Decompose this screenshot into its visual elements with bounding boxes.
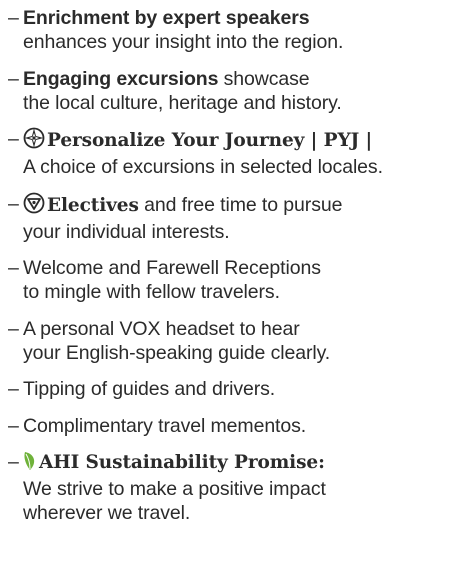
list-item-sustainability: – AHI Sustainability Promise: We strive … (8, 450, 460, 525)
enrichment-description: enhances your insight into the region. (23, 31, 344, 53)
list-item-headset: – A personal VOX headset to hear your En… (8, 317, 460, 365)
dash-bullet: – (8, 257, 19, 279)
pyj-description: A choice of excursions in selected local… (23, 156, 383, 178)
inclusions-list: – Enrichment by expert speakers enhances… (0, 0, 460, 525)
dash-bullet: – (8, 7, 19, 29)
list-item-mementos: – Complimentary travel mementos. (8, 414, 460, 438)
list-item-receptions: – Welcome and Farewell Receptions to min… (8, 256, 460, 304)
receptions-description: to mingle with fellow travelers. (23, 281, 280, 303)
electives-description: your individual interests. (23, 220, 230, 243)
list-item-tipping: – Tipping of guides and drivers. (8, 377, 460, 401)
sustainability-line-2: wherever we travel. (23, 502, 191, 524)
headset-description: your English-speaking guide clearly. (23, 341, 331, 364)
dash-bullet: – (8, 67, 19, 90)
receptions-text: Welcome and Farewell Receptions (23, 257, 321, 279)
list-item-enrichment: – Enrichment by expert speakers enhances… (8, 6, 460, 54)
mementos-text: Complimentary travel mementos. (23, 414, 307, 437)
compass-rose-icon (23, 127, 45, 155)
sustainability-heading: AHI Sustainability Promise: (39, 452, 325, 473)
excursions-text: showcase (218, 67, 310, 90)
pyj-heading: Personalize Your Journey | PYJ | (47, 130, 373, 151)
electives-heading: Electives (47, 194, 139, 216)
tipping-text: Tipping of guides and drivers. (23, 378, 276, 400)
electives-text: and free time to pursue (138, 193, 343, 216)
dash-bullet: – (8, 414, 19, 437)
excursions-heading: Engaging excursions (23, 67, 219, 90)
list-item-excursions: – Engaging excursions showcase the local… (8, 67, 460, 115)
sustainability-line-1: We strive to make a positive impact (23, 478, 326, 500)
dash-bullet: – (8, 317, 19, 340)
dash-bullet: – (8, 451, 19, 473)
excursions-description: the local culture, heritage and history. (23, 91, 342, 114)
compass-circle-icon (23, 192, 45, 220)
headset-text: A personal VOX headset to hear (23, 317, 300, 340)
dash-bullet: – (8, 192, 19, 215)
list-item-pyj: – Personalize Your Journey | PYJ | A cho… (8, 127, 460, 179)
dash-bullet: – (8, 128, 19, 150)
leaf-icon (23, 451, 37, 477)
list-item-electives: – Electives and free time to pursue your… (8, 192, 460, 244)
dash-bullet: – (8, 378, 19, 400)
enrichment-heading: Enrichment by expert speakers (23, 7, 310, 29)
